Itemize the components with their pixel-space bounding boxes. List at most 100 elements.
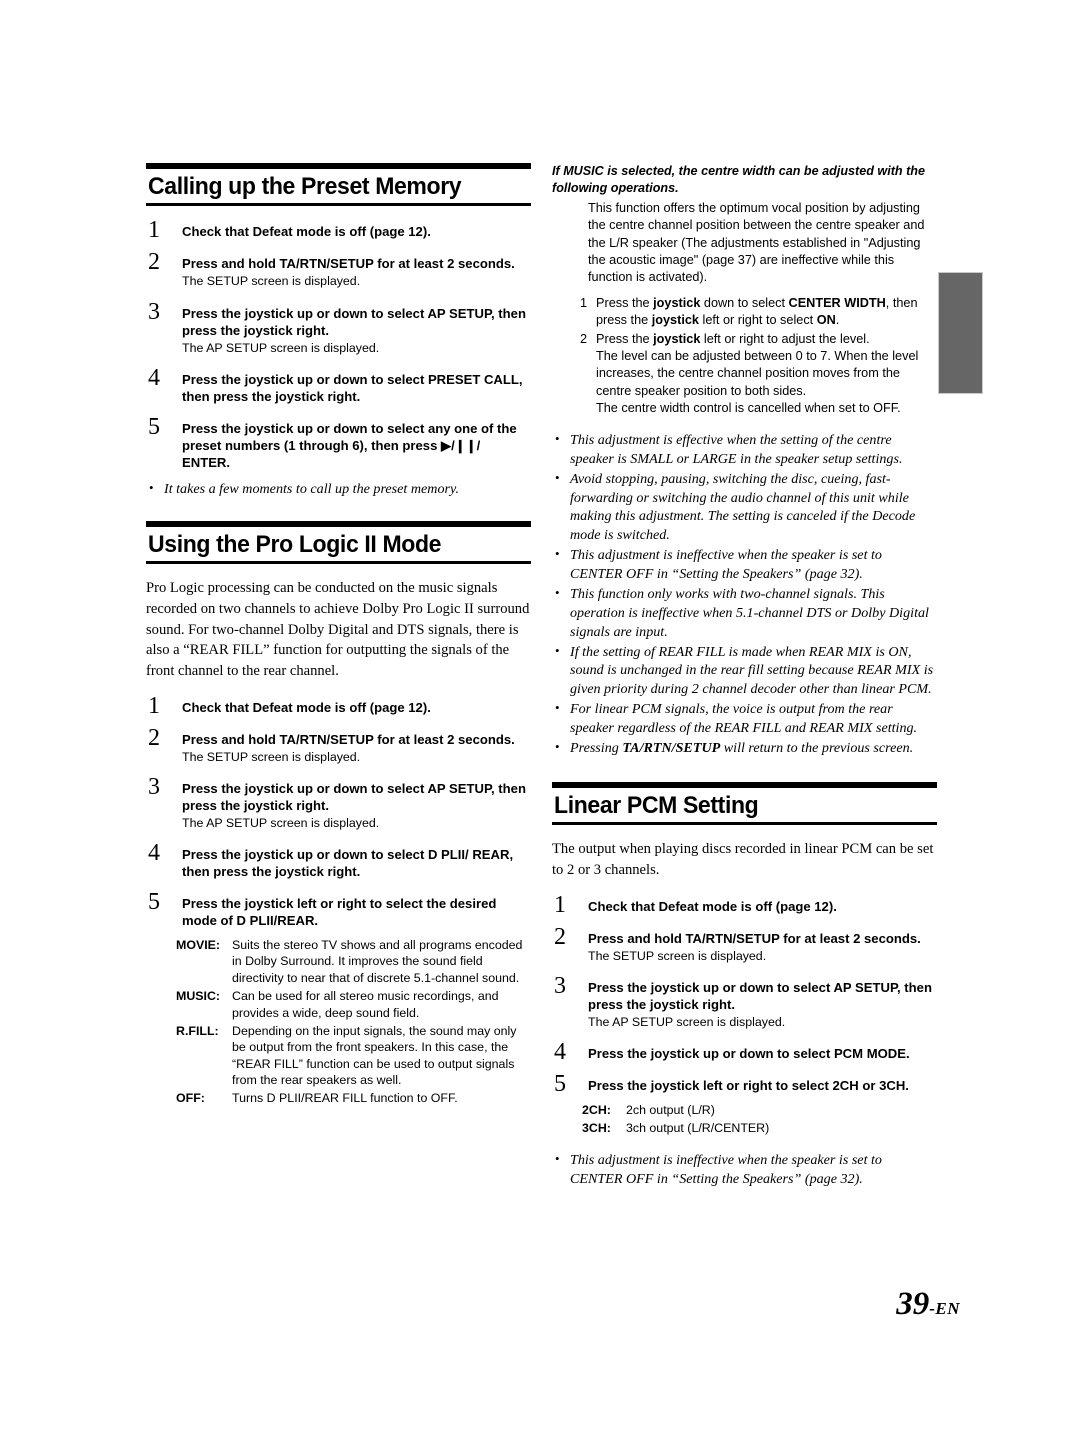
section-title: Using the Pro Logic II Mode (148, 530, 442, 558)
step-item: 2 Press and hold TA/RTN/SETUP for at lea… (146, 726, 531, 765)
notes-list-preset-memory: • It takes a few moments to call up the … (146, 480, 531, 499)
substep-item: 2 Press the joystick left or right to ad… (580, 331, 937, 417)
edge-index-tab (938, 272, 983, 394)
section-title: Calling up the Preset Memory (148, 173, 462, 200)
note-item: • If the setting of REAR FILL is made wh… (552, 643, 937, 700)
step-item: 1 Check that Defeat mode is off (page 12… (552, 893, 937, 917)
step-text: Press and hold TA/RTN/SETUP for at least… (182, 731, 515, 747)
note-text: This adjustment is ineffective when the … (570, 547, 882, 583)
step-text: Press and hold TA/RTN/SETUP for at least… (588, 930, 921, 946)
note-item: • It takes a few moments to call up the … (146, 480, 531, 499)
bullet-icon: • (555, 1150, 560, 1166)
definition-term: 2CH: (582, 1103, 611, 1117)
step-item: 1 Check that Defeat mode is off (page 12… (146, 218, 531, 242)
mode-definition-list-pro-logic: MOVIE: Suits the stereo TV shows and all… (176, 937, 531, 1107)
left-column: Calling up the Preset Memory 1 Check tha… (146, 163, 531, 1107)
steps-list-pro-logic: 1 Check that Defeat mode is off (page 12… (146, 694, 531, 929)
step-number: 1 (148, 692, 160, 719)
section-heading-preset-memory: Calling up the Preset Memory (146, 163, 531, 207)
definition-term: MOVIE: (176, 938, 221, 953)
bullet-icon: • (555, 738, 560, 754)
step-text: Press the joystick up or down to select … (182, 780, 526, 813)
definition-term: MUSIC: (176, 989, 221, 1004)
intro-paragraph-pro-logic: Pro Logic processing can be conducted on… (146, 580, 530, 680)
step-item: 3 Press the joystick up or down to selec… (146, 775, 531, 831)
bullet-icon: • (555, 584, 560, 600)
step-number: 2 (148, 249, 160, 276)
step-item: 4 Press the joystick up or down to selec… (146, 366, 531, 405)
bullet-icon: • (555, 700, 560, 716)
step-text: Press and hold TA/RTN/SETUP for at least… (182, 256, 515, 272)
steps-list-linear-pcm: 1 Check that Defeat mode is off (page 12… (552, 893, 937, 1096)
note-text: Pressing TA/RTN/SETUP will return to the… (570, 739, 914, 756)
step-item: 1 Check that Defeat mode is off (page 12… (146, 694, 531, 718)
step-number: 2 (148, 724, 160, 751)
step-item: 4 Press the joystick up or down to selec… (552, 1040, 937, 1064)
note-text: Avoid stopping, pausing, switching the d… (570, 470, 916, 544)
step-note: The SETUP screen is displayed. (182, 749, 361, 764)
step-number: 3 (148, 298, 160, 325)
step-item: 2 Press and hold TA/RTN/SETUP for at lea… (146, 250, 531, 289)
definition-description: 3ch output (L/R/CENTER) (626, 1121, 770, 1136)
note-item: • Pressing TA/RTN/SETUP will return to t… (552, 739, 937, 758)
substep-text: Press the joystick left or right to adju… (596, 332, 870, 347)
step-note: The SETUP screen is displayed. (182, 274, 361, 289)
step-number: 3 (554, 972, 566, 999)
step-number: 4 (554, 1038, 566, 1065)
definition-description: Turns D PLII/REAR FILL function to OFF. (232, 1091, 458, 1106)
definition-description: 2ch output (L/R) (626, 1103, 715, 1117)
definition-row: MOVIE: Suits the stereo TV shows and all… (176, 937, 531, 986)
step-number: 1 (554, 891, 566, 918)
centre-width-description: This function offers the optimum vocal p… (588, 201, 925, 284)
definition-term: R.FILL: (176, 1023, 219, 1038)
bullet-icon: • (149, 479, 154, 495)
mode-definition-list-linear-pcm: 2CH: 2ch output (L/R) 3CH: 3ch output (L… (582, 1102, 937, 1137)
step-number: 4 (148, 840, 160, 867)
definition-row: 2CH: 2ch output (L/R) (582, 1102, 937, 1118)
note-text: If the setting of REAR FILL is made when… (570, 643, 934, 698)
step-item: 5 Press the joystick left or right to se… (552, 1072, 937, 1096)
step-text: Press the joystick up or down to select … (182, 305, 526, 338)
bullet-icon: • (555, 430, 560, 446)
definition-row: OFF: Turns D PLII/REAR FILL function to … (176, 1090, 531, 1106)
substep-number: 2 (580, 332, 588, 347)
substep-text: Press the joystick down to select CENTER… (596, 295, 918, 328)
substep-detail: The level can be adjusted between 0 to 7… (596, 349, 919, 398)
step-item: 2 Press and hold TA/RTN/SETUP for at lea… (552, 925, 937, 964)
step-text: Check that Defeat mode is off (page 12). (182, 699, 431, 715)
step-text: Press the joystick up or down to select … (182, 420, 517, 470)
step-item: 5 Press the joystick up or down to selec… (146, 415, 531, 471)
definition-term: 3CH: (582, 1121, 611, 1136)
step-number: 5 (148, 413, 160, 440)
step-text: Press the joystick left or right to sele… (182, 896, 497, 929)
definition-description: Can be used for all stereo music recordi… (232, 989, 499, 1020)
step-text: Press the joystick up or down to select … (182, 847, 514, 880)
bullet-icon: • (555, 469, 560, 485)
step-item: 3 Press the joystick up or down to selec… (146, 300, 531, 356)
step-item: 5 Press the joystick left or right to se… (146, 890, 531, 929)
step-number: 5 (554, 1070, 566, 1097)
definition-description: Suits the stereo TV shows and all progra… (232, 938, 523, 985)
note-text: This function only works with two-channe… (570, 585, 929, 640)
step-number: 2 (554, 923, 566, 950)
page-number: 39-EN (896, 1286, 960, 1323)
intro-paragraph-linear-pcm: The output when playing discs recorded i… (552, 841, 934, 878)
page-number-suffix: -EN (929, 1299, 960, 1318)
step-item: 4 Press the joystick up or down to selec… (146, 841, 531, 880)
note-item: • This function only works with two-chan… (552, 585, 937, 642)
step-text: Press the joystick up or down to select … (182, 371, 523, 404)
step-text: Check that Defeat mode is off (page 12). (182, 224, 431, 240)
step-text: Check that Defeat mode is off (page 12). (588, 898, 837, 914)
note-text: It takes a few moments to call up the pr… (164, 480, 459, 497)
step-text: Press the joystick left or right to sele… (588, 1077, 909, 1093)
note-item: • Avoid stopping, pausing, switching the… (552, 470, 937, 546)
centre-width-lead: If MUSIC is selected, the centre width c… (552, 164, 925, 195)
note-item: • This adjustment is ineffective when th… (552, 1151, 937, 1189)
definition-description: Depending on the input signals, the soun… (232, 1023, 517, 1088)
note-text: This adjustment is ineffective when the … (570, 1151, 882, 1187)
step-note: The SETUP screen is displayed. (588, 948, 767, 963)
step-note: The AP SETUP screen is displayed. (182, 815, 380, 830)
step-note: The AP SETUP screen is displayed. (588, 1014, 786, 1029)
substep-detail: The centre width control is cancelled wh… (596, 400, 901, 415)
note-text: This adjustment is effective when the se… (570, 431, 903, 467)
